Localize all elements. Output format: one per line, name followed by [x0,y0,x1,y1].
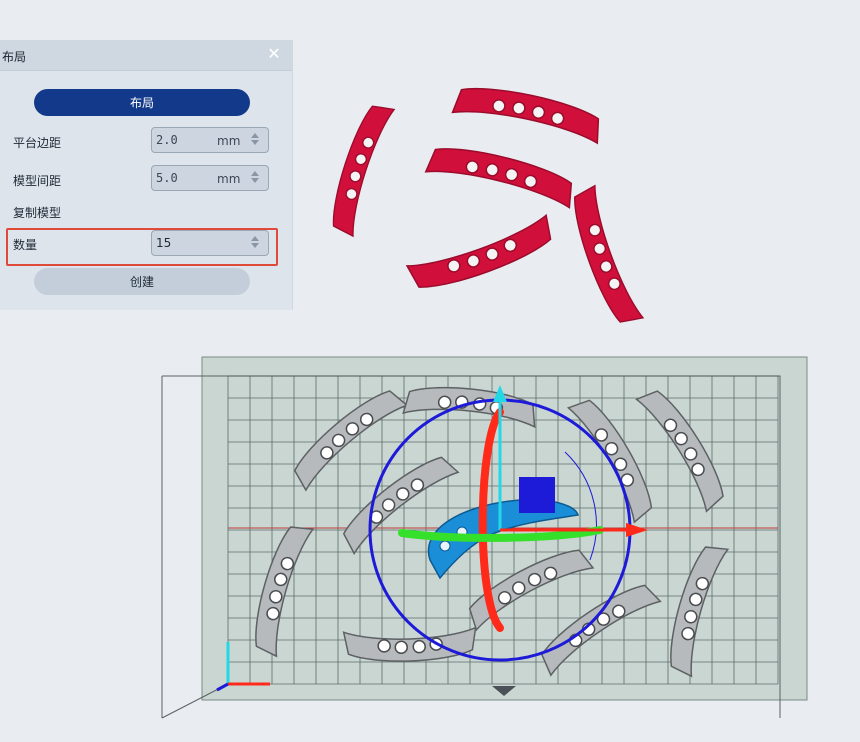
close-icon[interactable]: ✕ [264,44,284,64]
copy-model-section: 复制模型 [13,206,62,220]
spin-up-icon[interactable] [251,133,259,138]
spin-down-icon[interactable] [251,178,259,183]
platform-margin-label: 平台边距 [13,136,62,150]
model-spacing-unit: mm [217,172,241,186]
spin-down-icon[interactable] [251,140,259,145]
quantity-label: 数量 [13,238,38,252]
spin-up-icon[interactable] [251,236,259,241]
panel-header: 布局 ✕ [0,40,292,71]
platform-margin-unit: mm [217,134,241,148]
create-button[interactable]: 创建 [34,268,250,295]
model-spacing-label: 模型间距 [13,174,62,188]
model-spacing-input[interactable]: 5.0 mm [151,165,269,191]
quantity-input[interactable]: 15 [151,230,269,256]
spin-down-icon[interactable] [251,243,259,248]
preview-model-red[interactable] [324,79,644,330]
model-spacing-value[interactable]: 5.0 [156,171,178,185]
quantity-value[interactable]: 15 [156,236,171,250]
spin-up-icon[interactable] [251,171,259,176]
layout-panel: 布局 ✕ 布局 平台边距 2.0 mm 模型间距 5.0 mm 复制模型 数量 … [0,40,293,310]
platform-margin-value[interactable]: 2.0 [156,133,178,147]
layout-button[interactable]: 布局 [34,89,250,116]
panel-title: 布局 [2,50,27,64]
platform-margin-input[interactable]: 2.0 mm [151,127,269,153]
